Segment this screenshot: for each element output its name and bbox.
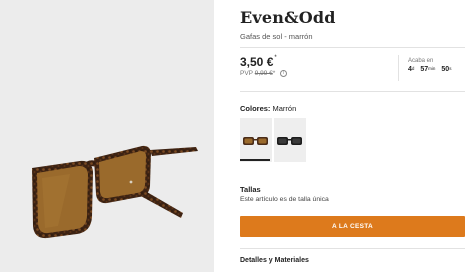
brand-name[interactable]: Even&Odd xyxy=(240,8,336,27)
sizes-title: Tallas xyxy=(240,185,261,194)
sunglasses-image xyxy=(32,145,198,239)
pvp-note: * xyxy=(272,70,276,78)
add-to-cart-button[interactable]: A LA CESTA xyxy=(240,216,465,237)
current-price: 3,50 €* xyxy=(240,55,277,69)
divider xyxy=(240,47,465,48)
original-price: PVP 9,99 €* i xyxy=(240,70,288,78)
countdown-timer: 4d 57min 50s xyxy=(408,66,455,73)
info-icon[interactable]: i xyxy=(280,70,288,77)
color-swatch-brown[interactable] xyxy=(240,118,272,162)
details-materials-heading[interactable]: Detalles y Materiales xyxy=(240,257,309,264)
pvp-label: PVP xyxy=(240,70,253,78)
color-swatch-black[interactable] xyxy=(274,118,306,162)
pvp-value: 9,99 € xyxy=(254,70,273,78)
selected-swatch-indicator xyxy=(240,159,270,161)
divider-vertical xyxy=(398,55,399,81)
countdown-hours: 57 xyxy=(420,66,429,73)
colors-title: Colores: xyxy=(240,104,271,113)
sunglasses-brown-thumbnail xyxy=(243,137,268,145)
product-subtitle: Gafas de sol - marrón xyxy=(240,32,313,41)
divider xyxy=(240,248,465,249)
price-note: * xyxy=(274,55,277,61)
product-image-gallery[interactable] xyxy=(0,0,214,272)
divider xyxy=(240,91,465,92)
product-info-panel: Even&Odd Gafas de sol - marrón 3,50 €* P… xyxy=(240,0,465,272)
sunglasses-black-thumbnail xyxy=(277,137,302,145)
countdown-days-unit: d xyxy=(411,66,415,71)
sizes-text: Este artículo es de talla única xyxy=(240,196,329,203)
countdown-hours-unit: min xyxy=(428,66,436,71)
price-value: 3,50 € xyxy=(240,55,274,69)
countdown-seconds-unit: s xyxy=(449,66,452,71)
countdown-label: Acaba en xyxy=(408,58,434,64)
colors-label: Colores: Marrón xyxy=(240,104,296,113)
selected-color: Marrón xyxy=(272,104,297,113)
